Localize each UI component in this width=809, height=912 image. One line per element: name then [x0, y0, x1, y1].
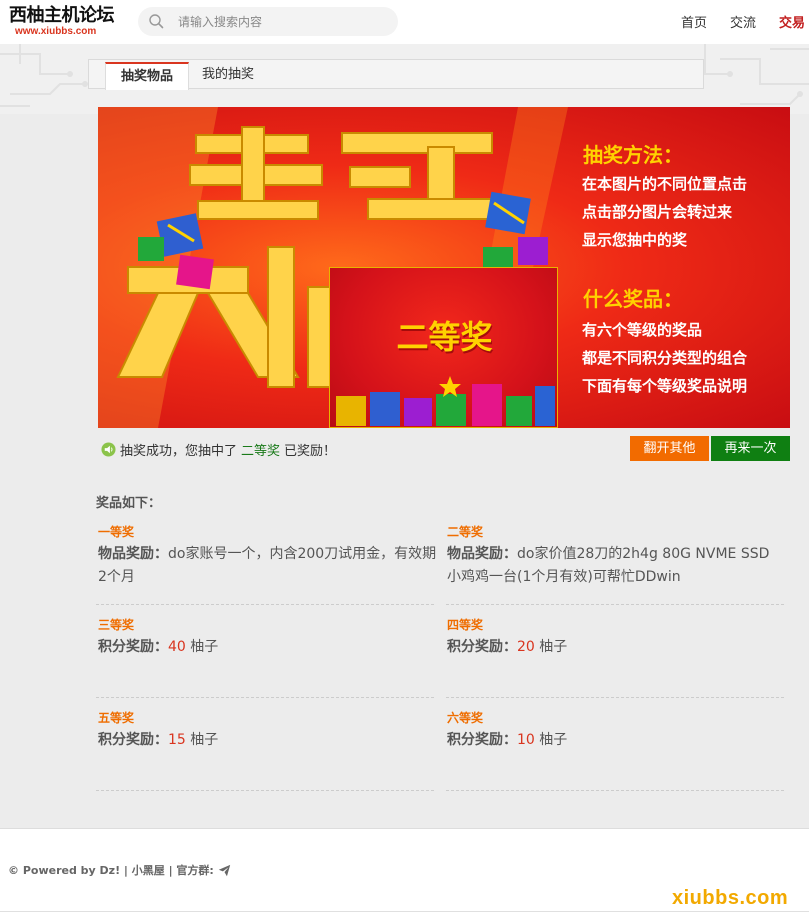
divider — [96, 790, 434, 791]
prize-unit: 柚子 — [190, 732, 219, 748]
prize-item-4: 四等奖 积分奖励：20 柚子 — [447, 616, 787, 659]
prize-unit: 柚子 — [190, 639, 219, 655]
speaker-icon — [101, 442, 116, 457]
prize-label: 积分奖励： — [447, 639, 517, 655]
divider — [96, 697, 434, 698]
prize-label: 积分奖励： — [447, 732, 517, 748]
divider — [446, 697, 784, 698]
nav-discussion[interactable]: 交流 — [730, 12, 756, 31]
prize-item-5: 五等奖 积分奖励：15 柚子 — [98, 709, 438, 752]
prize-label: 积分奖励： — [98, 732, 168, 748]
search-box[interactable] — [138, 7, 398, 36]
logo-url: www.xiubbs.com — [15, 26, 97, 37]
footer: © Powered by Dz! | 小黑屋 | 官方群: xiubbs.com — [0, 828, 809, 912]
divider — [446, 604, 784, 605]
prize-level: 六等奖 — [447, 711, 484, 725]
prize-unit: 柚子 — [539, 732, 568, 748]
prize-item-2: 二等奖 物品奖励：do家价值28刀的2h4g 80G NVME SSD 小鸡鸡一… — [447, 523, 787, 589]
tab-lottery-items[interactable]: 抽奖物品 — [105, 62, 189, 90]
nav-trade[interactable]: 交易 — [779, 12, 805, 31]
prize-unit: 柚子 — [539, 639, 568, 655]
prize-item-1: 一等奖 物品奖励：do家账号一个，内含200刀试用金，有效期2个月 — [98, 523, 438, 589]
method-line-2: 点击部分图片会转过来 — [582, 203, 733, 221]
result-prefix: 抽奖成功，您抽中了 — [120, 444, 238, 459]
prize-line-3: 下面有每个等级奖品说明 — [582, 377, 748, 395]
prize-level: 四等奖 — [447, 618, 484, 632]
logo-title: 西柚主机论坛 — [9, 5, 115, 26]
tab-my-lottery[interactable]: 我的抽奖 — [193, 62, 263, 90]
prize-label: 物品奖励： — [447, 546, 517, 562]
prize-label: 物品奖励： — [98, 546, 168, 562]
revealed-prize-card[interactable]: 二等奖 — [329, 267, 558, 428]
prize-item-6: 六等奖 积分奖励：10 柚子 — [447, 709, 787, 752]
footer-info: © Powered by Dz! | 小黑屋 | 官方群: — [8, 862, 231, 878]
prize-level: 二等奖 — [447, 525, 484, 539]
prize-item-3: 三等奖 积分奖励：40 柚子 — [98, 616, 438, 659]
draw-again-button[interactable]: 再来一次 — [711, 436, 790, 461]
prize-label: 积分奖励： — [98, 639, 168, 655]
nav-home[interactable]: 首页 — [681, 12, 707, 31]
result-prize: 二等奖 — [241, 444, 281, 459]
method-line-3: 显示您抽中的奖 — [582, 231, 688, 249]
revealed-prize-text: 二等奖 — [396, 318, 493, 356]
prize-points: 15 — [168, 732, 186, 748]
site-logo[interactable]: 西柚主机论坛 www.xiubbs.com — [9, 5, 115, 37]
prize-line-1: 有六个等级的奖品 — [582, 321, 703, 339]
divider — [446, 790, 784, 791]
lottery-banner[interactable]: 抽奖方法： 在本图片的不同位置点击 点击部分图片会转过来 显示您抽中的奖 什么奖… — [98, 107, 790, 428]
divider — [96, 604, 434, 605]
flip-others-button[interactable]: 翻开其他 — [630, 436, 709, 461]
prize-info-title: 什么奖品： — [583, 287, 683, 311]
prize-level: 一等奖 — [98, 525, 135, 539]
prize-points: 40 — [168, 639, 186, 655]
search-input[interactable] — [178, 12, 388, 31]
prize-list-title: 奖品如下： — [96, 496, 162, 511]
footer-text: © Powered by Dz! | 小黑屋 | 官方群: — [8, 864, 214, 877]
search-icon — [149, 14, 164, 29]
prize-line-2: 都是不同积分类型的组合 — [582, 349, 748, 367]
prize-level: 五等奖 — [98, 711, 135, 725]
header: 西柚主机论坛 www.xiubbs.com 首页 交流 交易 — [0, 0, 809, 44]
watermark: xiubbs.com — [672, 887, 789, 909]
prize-points: 10 — [517, 732, 535, 748]
method-line-1: 在本图片的不同位置点击 — [582, 175, 748, 193]
prize-points: 20 — [517, 639, 535, 655]
result-suffix: 已奖励！ — [284, 444, 337, 459]
method-title: 抽奖方法： — [583, 143, 683, 167]
tab-bar: 抽奖物品 我的抽奖 — [88, 59, 704, 90]
lottery-result: 抽奖成功，您抽中了 二等奖 已奖励！ — [101, 440, 336, 459]
prize-level: 三等奖 — [98, 618, 135, 632]
telegram-plane-icon[interactable] — [218, 864, 231, 877]
